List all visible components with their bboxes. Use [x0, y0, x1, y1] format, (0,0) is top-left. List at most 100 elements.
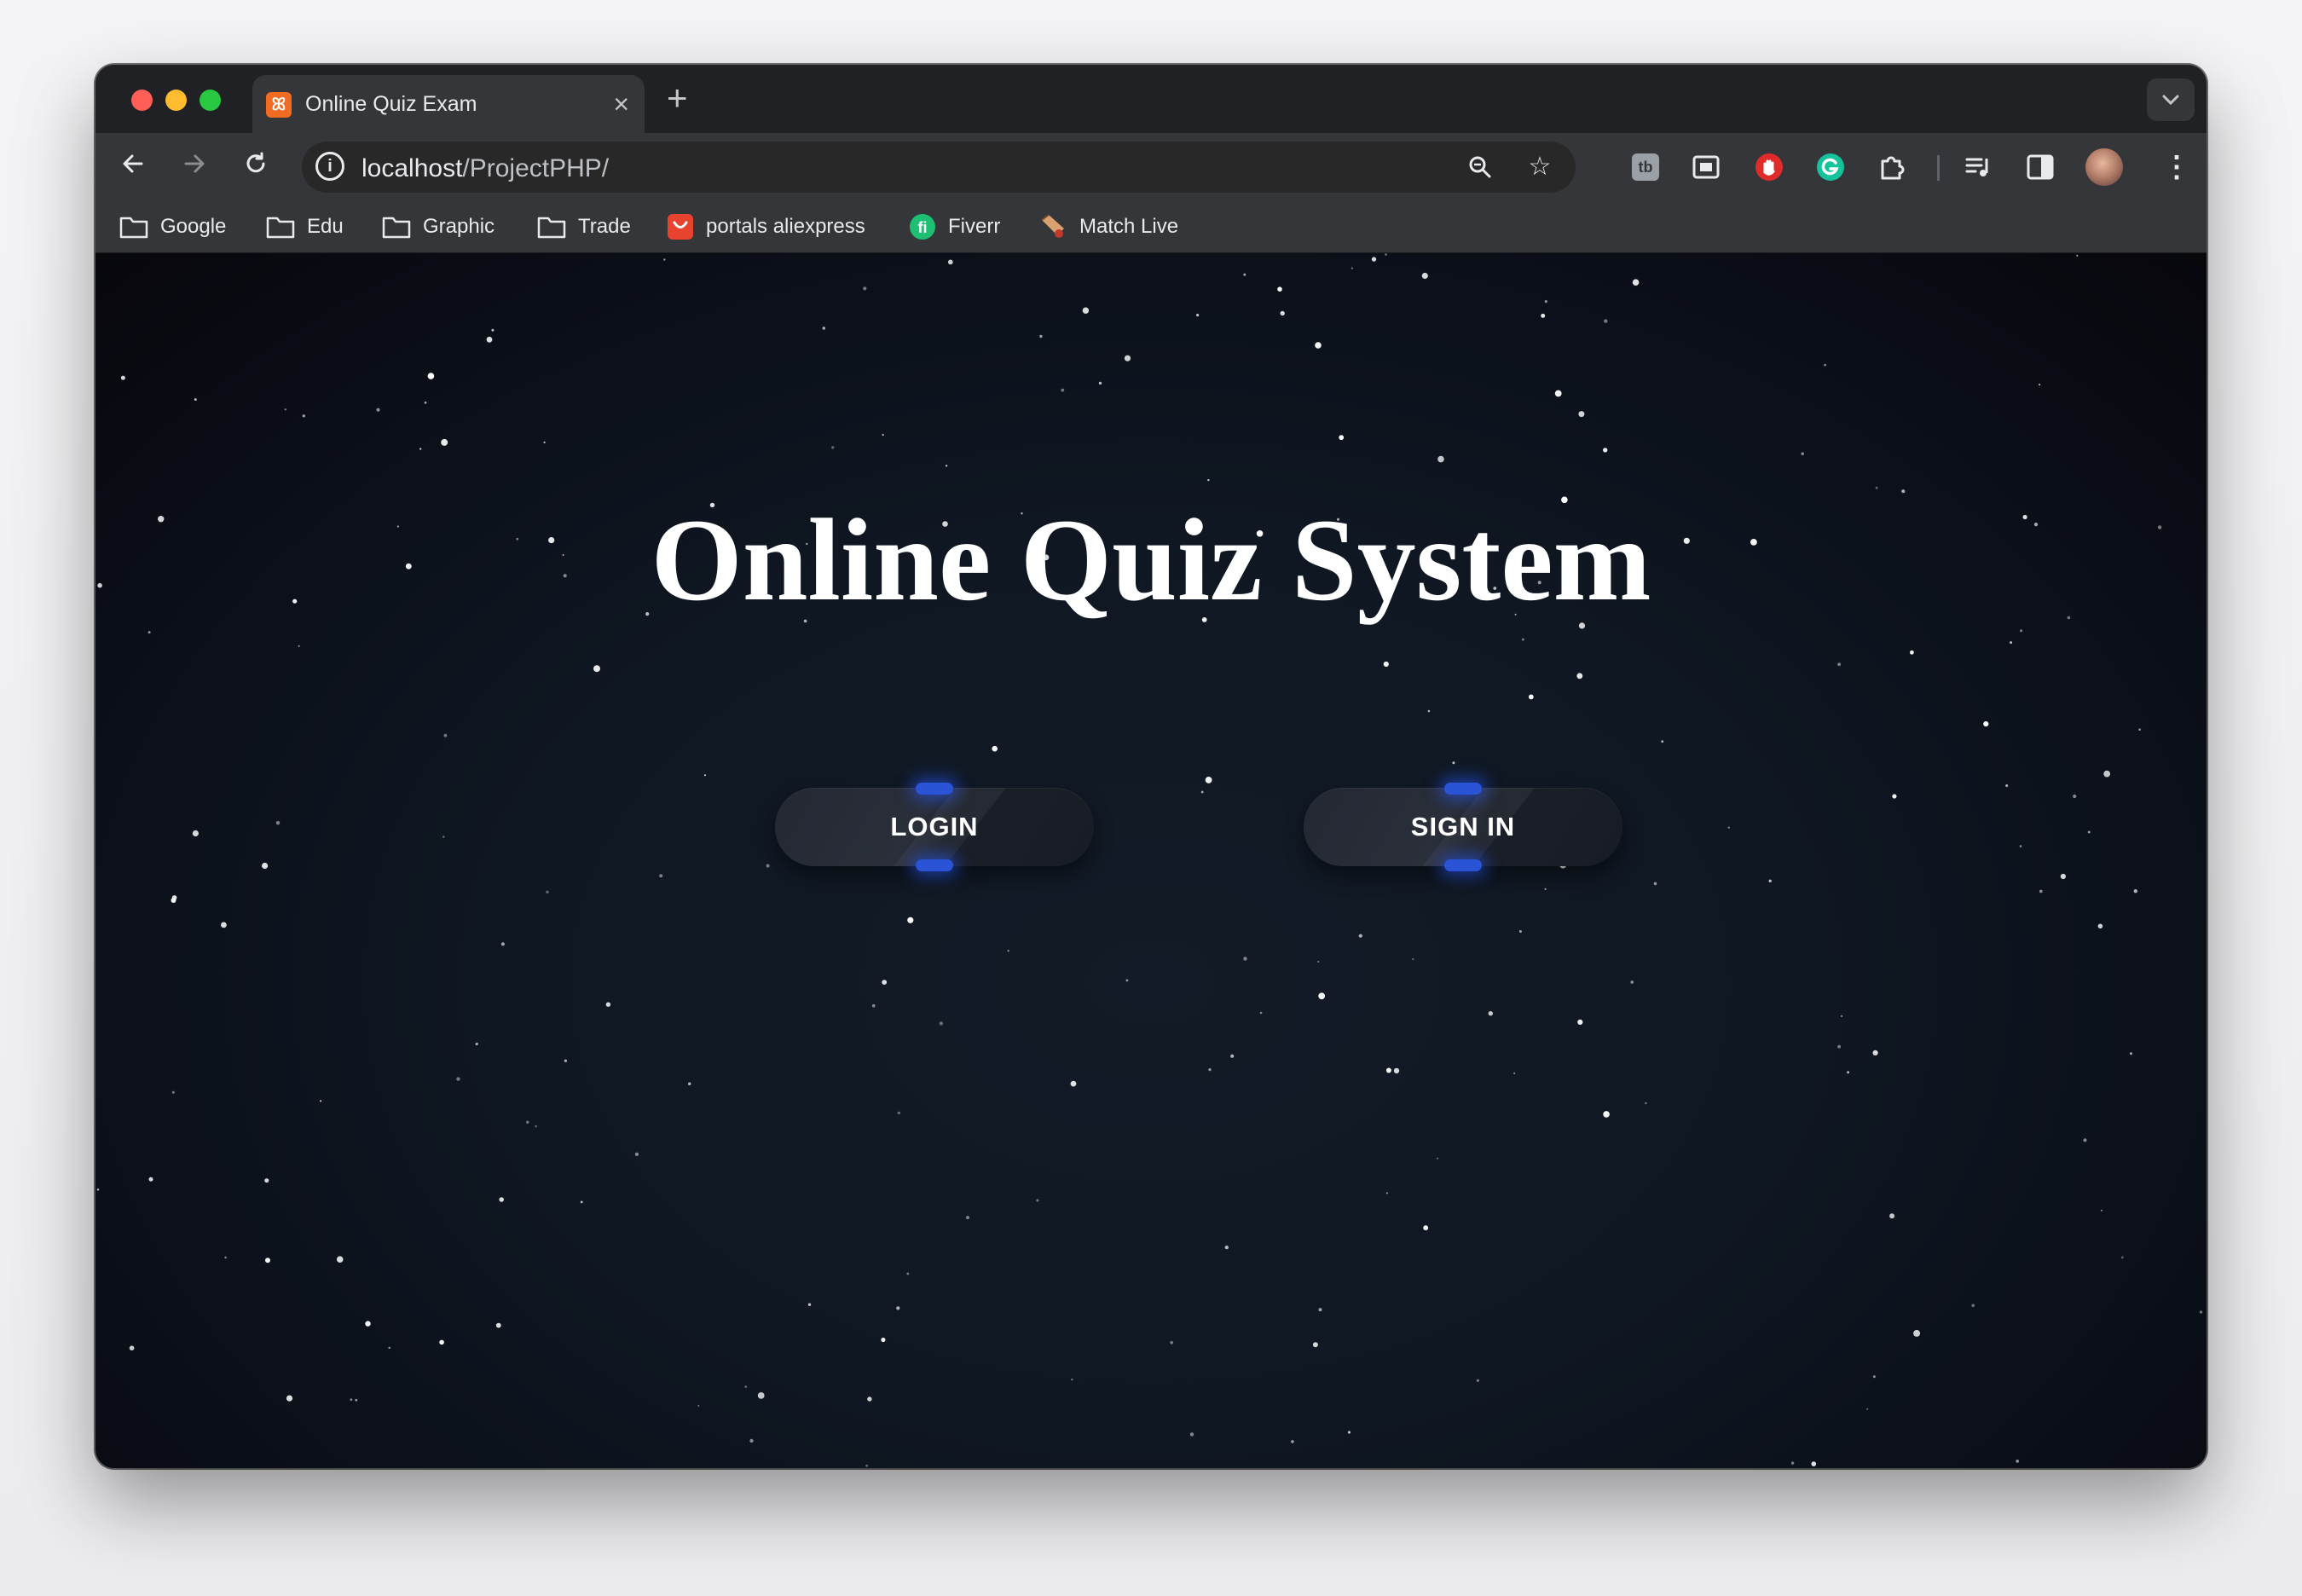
star — [947, 259, 953, 265]
close-tab-icon[interactable]: × — [613, 89, 629, 119]
star — [388, 1346, 390, 1350]
star — [2060, 873, 2066, 880]
zoom-icon[interactable] — [1465, 152, 1495, 182]
star — [1412, 957, 1414, 961]
bookmark-graphic[interactable]: Graphic — [382, 211, 495, 242]
chevron-down-icon — [2162, 95, 2179, 106]
star — [863, 286, 867, 291]
media-controls-icon[interactable] — [1963, 151, 1995, 183]
reload-button[interactable] — [237, 145, 275, 182]
maximize-window-button[interactable] — [200, 90, 221, 111]
extensions-puzzle-icon[interactable] — [1876, 151, 1908, 183]
forward-button[interactable] — [176, 145, 213, 182]
star — [1205, 777, 1212, 784]
bookmark-match-live[interactable]: Match Live — [1038, 211, 1178, 242]
star — [939, 1021, 944, 1026]
star — [2087, 830, 2091, 834]
bookmark-edu[interactable]: Edu — [266, 211, 344, 242]
star — [1421, 272, 1428, 280]
star — [1576, 673, 1583, 679]
star — [1727, 826, 1730, 829]
star — [495, 1322, 501, 1328]
star — [2076, 254, 2079, 257]
picture-in-picture-icon[interactable] — [1690, 151, 1722, 183]
star — [593, 665, 600, 673]
site-info-icon[interactable]: i — [315, 152, 344, 181]
star — [605, 1002, 611, 1007]
star — [1603, 1111, 1610, 1118]
star — [867, 1396, 872, 1402]
tb-extension-icon[interactable]: tb — [1632, 153, 1659, 181]
side-panel-icon[interactable] — [2024, 151, 2056, 183]
bookmark-trade[interactable]: Trade — [537, 211, 631, 242]
star — [1207, 478, 1210, 482]
star — [2020, 629, 2023, 633]
minimize-window-button[interactable] — [165, 90, 187, 111]
close-window-button[interactable] — [131, 90, 153, 111]
star — [882, 433, 884, 437]
sign-in-button[interactable]: SIGN IN — [1304, 783, 1622, 871]
sign-in-button-label: SIGN IN — [1410, 812, 1516, 841]
star — [1513, 1072, 1516, 1074]
new-tab-button[interactable]: + — [667, 77, 688, 119]
address-bar[interactable]: i localhost/ProjectPHP/ ☆ — [302, 142, 1576, 193]
star — [1837, 1044, 1841, 1049]
star — [906, 1272, 910, 1275]
star — [1892, 794, 1897, 799]
star — [221, 922, 227, 928]
star — [2039, 384, 2041, 386]
more-menu-icon[interactable]: ⋮ — [2160, 151, 2193, 183]
profile-avatar[interactable] — [2085, 148, 2123, 186]
tab-search-button[interactable] — [2147, 78, 2195, 121]
star — [896, 1306, 900, 1310]
star — [1811, 1461, 1817, 1466]
star — [1528, 694, 1534, 700]
url-text[interactable]: localhost/ProjectPHP/ — [361, 154, 609, 183]
bookmark-label: Graphic — [423, 215, 495, 238]
star — [129, 1345, 135, 1350]
adblock-hand-icon[interactable] — [1753, 151, 1785, 183]
bookmark-fiverr[interactable]: fi Fiverr — [909, 211, 1000, 242]
star — [194, 398, 197, 402]
bookmark-label: Match Live — [1079, 215, 1179, 238]
star — [1371, 257, 1377, 262]
star — [1913, 1329, 1921, 1337]
fiverr-icon: fi — [910, 214, 935, 240]
star — [1437, 455, 1444, 463]
star — [2016, 1460, 2020, 1463]
star — [1070, 1080, 1077, 1087]
arrow-right-icon — [184, 154, 205, 173]
star — [302, 414, 305, 418]
star — [427, 373, 435, 379]
tab-online-quiz-exam[interactable]: ꕤ Online Quiz Exam × — [252, 75, 645, 133]
star — [298, 645, 300, 647]
star — [744, 1385, 747, 1388]
tab-strip: ꕤ Online Quiz Exam × + — [95, 65, 2207, 133]
bookmark-label: Fiverr — [948, 215, 1001, 238]
star — [1383, 661, 1389, 668]
star — [171, 1090, 175, 1094]
star — [1437, 1157, 1438, 1159]
url-host: localhost — [361, 154, 463, 182]
star — [2097, 923, 2103, 929]
star — [275, 821, 281, 825]
star — [659, 874, 663, 878]
back-button[interactable] — [114, 145, 152, 182]
login-button[interactable]: LOGIN — [775, 783, 1094, 871]
star — [439, 1339, 444, 1345]
star — [881, 1337, 886, 1343]
star — [1452, 761, 1455, 765]
star — [535, 1125, 537, 1128]
star — [1488, 1011, 1494, 1016]
star — [1521, 638, 1524, 641]
grammarly-icon[interactable] — [1814, 151, 1847, 183]
star — [1768, 879, 1772, 882]
bookmark-google[interactable]: Google — [119, 211, 226, 242]
star — [543, 441, 546, 443]
bookmark-star-icon[interactable]: ☆ — [1524, 152, 1555, 182]
star — [1196, 314, 1200, 317]
star — [1873, 1375, 1876, 1379]
star — [1125, 979, 1129, 982]
bookmark-portals-aliexpress[interactable]: portals aliexpress — [667, 211, 865, 242]
star — [1347, 1431, 1351, 1434]
